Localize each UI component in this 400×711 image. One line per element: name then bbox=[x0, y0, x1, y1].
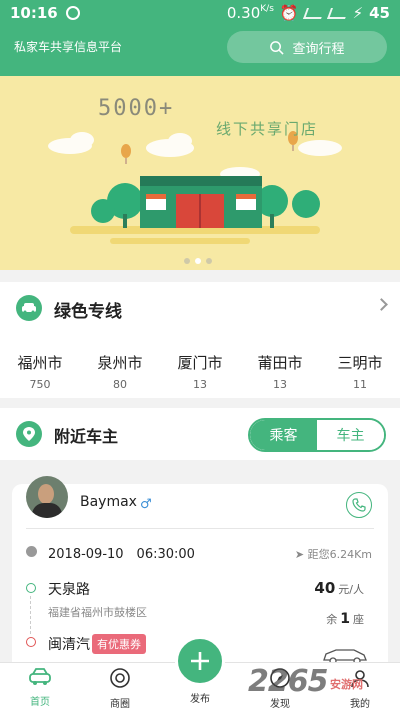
watermark-logo: 2265 bbox=[248, 664, 328, 699]
seats-count: 1 bbox=[340, 611, 350, 627]
app-notification-icon bbox=[65, 6, 80, 20]
avatar[interactable] bbox=[26, 476, 68, 518]
publish-button[interactable] bbox=[175, 636, 225, 686]
city-name: 泉州市 bbox=[97, 354, 143, 372]
city-list: 福州市 750 泉州市 80 厦门市 13 莆田市 13 三明市 11 bbox=[0, 352, 400, 391]
green-line-title[interactable]: 绿色专线 bbox=[54, 297, 122, 322]
city-item[interactable]: 福州市 750 bbox=[0, 352, 80, 391]
search-trip-label: 查询行程 bbox=[292, 41, 345, 57]
departure-time: 2018-09-10 06:30:00 bbox=[48, 547, 195, 562]
store-count: 5000+ bbox=[98, 96, 175, 121]
nav-shop-label: 商圈 bbox=[110, 699, 130, 710]
clock-icon bbox=[26, 546, 37, 557]
distance: ➤ 距您6.24Km bbox=[295, 546, 372, 562]
platform-title: 私家车共享信息平台 bbox=[14, 40, 123, 54]
nav-shop[interactable]: 商圈 bbox=[90, 667, 150, 710]
search-icon bbox=[270, 40, 285, 55]
city-name: 厦门市 bbox=[177, 354, 223, 372]
network-speed: 0.30K/s bbox=[226, 4, 274, 22]
chevron-right-icon[interactable] bbox=[375, 298, 388, 311]
price: 40 元/人 bbox=[314, 579, 364, 597]
call-button[interactable] bbox=[346, 492, 372, 518]
seats-prefix: 余 bbox=[326, 613, 338, 626]
city-item[interactable]: 三明市 11 bbox=[320, 352, 400, 391]
nav-home-label: 首页 bbox=[30, 697, 50, 708]
coupon-badge: 有优惠券 bbox=[92, 634, 146, 654]
role-toggle[interactable]: 乘客 车主 bbox=[248, 418, 386, 452]
search-trip-button[interactable]: 查询行程 bbox=[227, 31, 387, 63]
owner-name: Baymax bbox=[80, 494, 137, 510]
start-location: 天泉路 bbox=[48, 582, 90, 598]
city-item[interactable]: 泉州市 80 bbox=[80, 352, 160, 391]
avatar-face bbox=[38, 484, 54, 504]
promo-banner[interactable]: 5000+ 线下共享门店 bbox=[0, 76, 400, 270]
publish-label: 发布 bbox=[190, 694, 210, 705]
city-count: 13 bbox=[193, 378, 207, 391]
city-item[interactable]: 厦门市 13 bbox=[160, 352, 240, 391]
carousel-indicator[interactable] bbox=[184, 258, 212, 264]
city-count: 750 bbox=[29, 378, 51, 391]
charging-icon: ⚡ bbox=[352, 4, 364, 22]
city-count: 80 bbox=[113, 378, 127, 391]
phone-icon bbox=[352, 498, 366, 512]
car-icon bbox=[16, 295, 42, 321]
status-time: 10:16 bbox=[10, 4, 58, 22]
seats-remaining: 余1座 bbox=[326, 611, 364, 627]
circle-shop-icon bbox=[110, 668, 130, 688]
city-name: 三明市 bbox=[337, 354, 383, 372]
watermark-sub: 安游网 bbox=[330, 678, 363, 691]
nearby-owners-title: 附近车主 bbox=[54, 427, 119, 446]
location-pin-icon bbox=[16, 421, 42, 447]
end-location: 闽清汽 bbox=[48, 637, 90, 653]
navigation-arrow-icon: ➤ bbox=[294, 548, 308, 561]
nearby-owners-header: 附近车主 乘客 车主 bbox=[0, 408, 400, 460]
plus-icon bbox=[191, 652, 209, 670]
battery-level: 45 bbox=[369, 4, 390, 22]
carousel-dot[interactable] bbox=[184, 258, 190, 264]
city-item[interactable]: 莆田市 13 bbox=[240, 352, 320, 391]
end-point-icon bbox=[26, 637, 36, 647]
avatar-body bbox=[32, 503, 62, 518]
route-line bbox=[30, 596, 31, 634]
carousel-dot-active[interactable] bbox=[195, 258, 201, 264]
carousel-dot[interactable] bbox=[206, 258, 212, 264]
alarm-icon: ⏰ bbox=[279, 4, 299, 22]
toggle-owner[interactable]: 车主 bbox=[317, 420, 384, 450]
price-unit: 元/人 bbox=[338, 583, 364, 596]
nav-mine-label: 我的 bbox=[350, 699, 370, 710]
city-count: 11 bbox=[353, 378, 367, 391]
store-illustration bbox=[48, 131, 342, 244]
city-name: 莆田市 bbox=[257, 354, 303, 372]
start-point-icon bbox=[26, 583, 36, 593]
banner-subtitle: 线下共享门店 bbox=[216, 120, 319, 138]
signal-icon bbox=[326, 7, 349, 19]
start-address: 福建省福州市鼓楼区 bbox=[48, 606, 147, 619]
city-count: 13 bbox=[273, 378, 287, 391]
status-bar: 10:16 0.30K/s ⏰ ⚡ 45 bbox=[0, 0, 400, 26]
city-name: 福州市 bbox=[17, 354, 63, 372]
green-line-section: 绿色专线 福州市 750 泉州市 80 厦门市 13 莆田市 13 三明市 11 bbox=[0, 282, 400, 398]
price-value: 40 bbox=[314, 579, 336, 597]
seats-suffix: 座 bbox=[353, 613, 364, 626]
home-car-icon bbox=[29, 668, 51, 685]
app-header: 10:16 0.30K/s ⏰ ⚡ 45 私家车共享信息平台 查询行程 bbox=[0, 0, 400, 76]
nav-home[interactable]: 首页 bbox=[10, 667, 70, 708]
toggle-passenger[interactable]: 乘客 bbox=[250, 420, 317, 450]
divider bbox=[26, 528, 374, 529]
distance-value: 距您6.24Km bbox=[307, 548, 372, 561]
wifi-icon bbox=[302, 7, 325, 19]
male-icon: ♂ bbox=[140, 497, 152, 512]
